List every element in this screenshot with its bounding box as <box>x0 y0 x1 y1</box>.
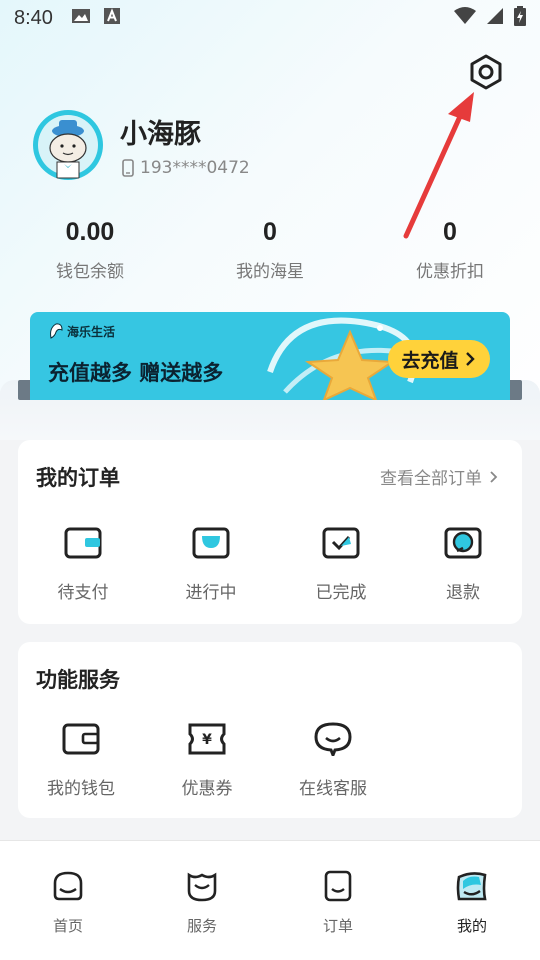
view-all-orders-link[interactable]: 查看全部订单 <box>380 464 500 489</box>
view-all-label: 查看全部订单 <box>380 469 482 489</box>
order-item-label: 待支付 <box>57 583 109 603</box>
services-card: 功能服务 我的钱包 ¥ 优惠券 在线客服 <box>18 642 522 818</box>
services-title: 功能服务 <box>36 668 120 692</box>
status-bar: 8:40 <box>0 0 540 36</box>
tab-label: 首页 <box>52 917 83 935</box>
phone-row: 193****0472 <box>122 158 250 178</box>
orders-card: 我的订单 查看全部订单 待支付 进行中 已完成 退款 <box>18 440 522 624</box>
service-item-label: 优惠券 <box>181 779 233 799</box>
order-item-label: 已完成 <box>315 583 367 603</box>
stat-wallet-balance[interactable]: 0.00 钱包余额 <box>0 218 180 282</box>
banner-logo: 海乐生活 <box>48 322 115 340</box>
service-icon <box>187 872 217 902</box>
wallet-card-icon <box>64 527 102 559</box>
chat-icon <box>314 722 352 760</box>
stat-discount[interactable]: 0 优惠折扣 <box>360 218 540 282</box>
chevron-right-icon <box>490 470 498 483</box>
tab-profile[interactable]: 我的 <box>422 869 522 936</box>
recharge-banner[interactable]: 海乐生活 充值越多 赠送越多 去充值 <box>30 312 510 400</box>
order-item-label: 退款 <box>446 583 480 603</box>
tab-services[interactable]: 服务 <box>152 869 252 936</box>
avatar[interactable] <box>33 110 103 180</box>
order-completed[interactable]: 已完成 <box>286 526 396 603</box>
order-in-progress[interactable]: 进行中 <box>156 526 266 603</box>
chevron-right-icon <box>465 352 475 366</box>
stat-label: 我的海星 <box>236 262 304 282</box>
dolphin-logo-icon <box>50 323 63 339</box>
banner-logo-text: 海乐生活 <box>67 324 116 339</box>
stat-starfish[interactable]: 0 我的海星 <box>180 218 360 282</box>
stat-value: 0 <box>263 218 277 246</box>
status-time: 8:40 <box>14 6 53 29</box>
gallery-icon <box>71 7 91 30</box>
service-item-label: 我的钱包 <box>47 779 115 799</box>
order-icon <box>324 870 352 902</box>
order-refund[interactable]: 退款 <box>408 526 518 603</box>
check-box-icon <box>322 527 360 559</box>
gear-icon <box>470 54 502 90</box>
orders-title: 我的订单 <box>36 466 120 490</box>
stat-value: 0 <box>443 218 457 246</box>
tab-orders[interactable]: 订单 <box>288 869 388 936</box>
tab-label: 我的 <box>456 917 487 935</box>
wifi-icon <box>454 6 476 30</box>
coupon-icon: ¥ <box>188 723 226 755</box>
profile-icon <box>456 872 487 901</box>
font-icon <box>103 7 121 30</box>
order-pending-payment[interactable]: 待支付 <box>28 526 138 603</box>
stats-row: 0.00 钱包余额 0 我的海星 0 优惠折扣 <box>0 218 540 288</box>
signal-icon <box>486 7 504 30</box>
tab-home[interactable]: 首页 <box>18 869 118 936</box>
recharge-button[interactable]: 去充值 <box>388 340 490 378</box>
tab-label: 服务 <box>186 917 217 935</box>
battery-icon <box>514 5 526 31</box>
phone-icon <box>122 159 134 177</box>
settings-button[interactable] <box>466 52 506 92</box>
bottom-tab-bar: 首页 服务 订单 我的 <box>0 840 540 960</box>
wallet-icon <box>62 723 100 755</box>
banner-headline: 充值越多 赠送越多 <box>48 361 224 385</box>
phone-number: 193****0472 <box>140 158 250 178</box>
username: 小海豚 <box>120 119 201 149</box>
service-item-label: 在线客服 <box>299 779 367 799</box>
recharge-button-label: 去充值 <box>401 349 459 372</box>
service-online-support[interactable]: 在线客服 <box>278 722 388 799</box>
home-icon <box>53 871 83 901</box>
service-my-wallet[interactable]: 我的钱包 <box>26 722 136 799</box>
stat-value: 0.00 <box>65 218 115 246</box>
stat-label: 钱包余额 <box>56 262 124 282</box>
tab-label: 订单 <box>322 917 353 935</box>
stat-label: 优惠折扣 <box>416 262 484 282</box>
order-item-label: 进行中 <box>185 583 237 603</box>
refund-icon <box>444 527 482 559</box>
svg-text:¥: ¥ <box>202 732 212 748</box>
service-coupons[interactable]: ¥ 优惠券 <box>152 722 262 799</box>
in-progress-icon <box>192 527 230 559</box>
